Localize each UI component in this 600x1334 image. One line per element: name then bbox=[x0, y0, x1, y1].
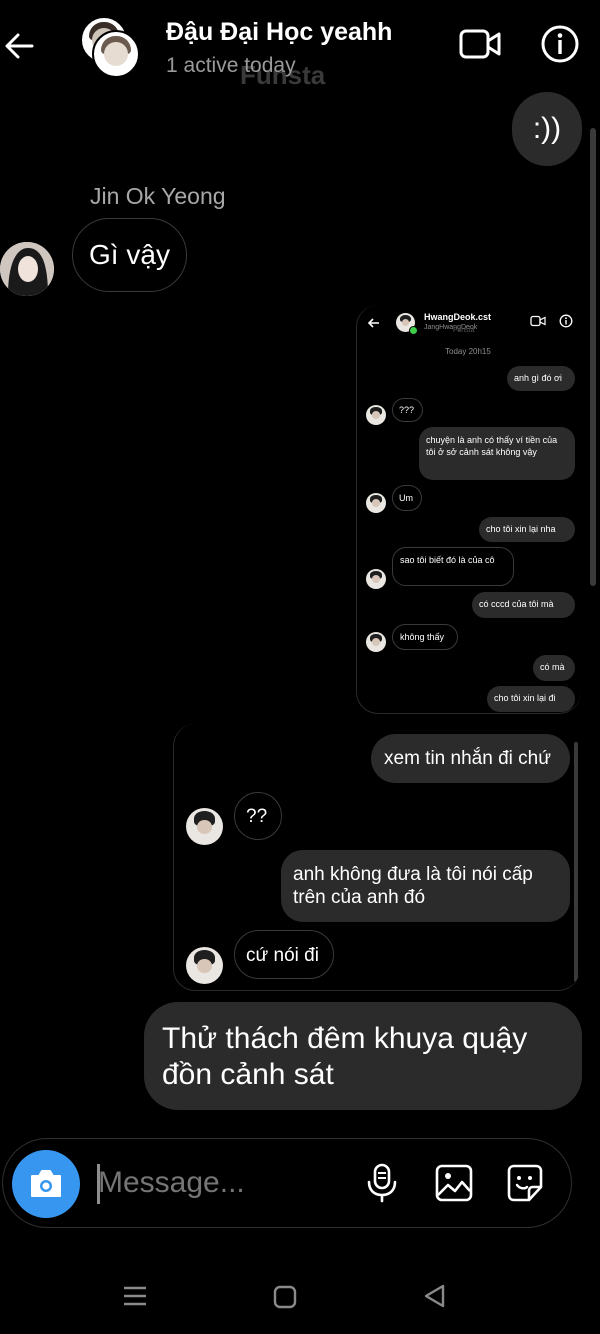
screenshot-video-icon bbox=[530, 315, 546, 327]
outgoing-emoji-bubble[interactable]: :)) bbox=[512, 92, 582, 166]
s2-contact-avatar bbox=[186, 947, 223, 984]
emoji-reply-text: :)) bbox=[532, 112, 562, 145]
chat-title[interactable]: Đậu Đại Học yeahh bbox=[166, 18, 392, 47]
activity-status: 1 active today bbox=[166, 54, 296, 77]
screenshot-back-icon bbox=[367, 318, 379, 328]
sticker-icon[interactable] bbox=[505, 1163, 545, 1203]
incoming-message-text: Gì vậy bbox=[89, 239, 170, 270]
back-triangle-icon[interactable] bbox=[422, 1283, 448, 1309]
camera-icon bbox=[31, 1170, 61, 1197]
s1-msg-out: anh gì đó ơi bbox=[507, 366, 575, 391]
screenshot-timestamp: Today 20h15 bbox=[445, 347, 491, 356]
message-input[interactable] bbox=[98, 1163, 348, 1203]
info-icon[interactable] bbox=[538, 22, 582, 66]
s1-msg-in: Um bbox=[392, 485, 422, 511]
s1-contact-avatar bbox=[366, 405, 386, 425]
s2-msg-out: xem tin nhắn đi chứ bbox=[371, 734, 570, 783]
shared-screenshot-2[interactable]: xem tin nhắn đi chứ ?? anh không đưa là … bbox=[173, 724, 580, 991]
sender-avatar[interactable] bbox=[0, 242, 54, 296]
screenshot-online-dot bbox=[409, 326, 418, 335]
s1-msg-out: có mà bbox=[533, 655, 575, 681]
home-icon[interactable] bbox=[272, 1284, 298, 1310]
screenshot-info-icon bbox=[559, 314, 573, 328]
recent-apps-icon[interactable] bbox=[122, 1284, 148, 1308]
s2-msg-in: ?? bbox=[234, 792, 282, 840]
scrollbar[interactable] bbox=[590, 128, 596, 586]
outgoing-message-text: Thử thách đêm khuya quậy đồn cảnh sát bbox=[162, 1022, 528, 1091]
s1-contact-avatar bbox=[366, 493, 386, 513]
s1-contact-avatar bbox=[366, 569, 386, 589]
outgoing-message-bubble[interactable]: Thử thách đêm khuya quậy đồn cảnh sát bbox=[144, 1002, 582, 1110]
s2-msg-in: cứ nói đi bbox=[234, 930, 334, 979]
s2-msg-out: anh không đưa là tôi nói cấp trên của an… bbox=[281, 850, 570, 922]
screenshot-scrollbar bbox=[574, 742, 578, 982]
s1-contact-avatar bbox=[366, 632, 386, 652]
camera-button[interactable] bbox=[12, 1150, 80, 1218]
video-call-icon[interactable] bbox=[458, 22, 502, 66]
s2-contact-avatar bbox=[186, 808, 223, 845]
shared-screenshot-1[interactable]: HwangDeok.cst JangHwangDeok Funsta Today… bbox=[356, 305, 581, 714]
s1-msg-out: có cccd của tôi mà bbox=[472, 592, 575, 618]
group-avatar-front bbox=[92, 30, 140, 78]
s1-msg-in: không thấy bbox=[392, 624, 458, 650]
s1-msg-in: ??? bbox=[392, 398, 423, 422]
gallery-icon[interactable] bbox=[434, 1163, 474, 1203]
incoming-message-bubble[interactable]: Gì vậy bbox=[72, 218, 187, 292]
sender-name: Jin Ok Yeong bbox=[90, 183, 226, 209]
screenshot-watermark: Funsta bbox=[453, 327, 475, 334]
s1-msg-out: cho tôi xin lại nha bbox=[479, 517, 575, 542]
s1-msg-out: chuyện là anh có thấy ví tiền của tôi ở … bbox=[419, 427, 575, 480]
s1-msg-in: sao tôi biết đó là của cô bbox=[392, 547, 514, 586]
screenshot-username: HwangDeok.cst bbox=[424, 312, 492, 322]
back-arrow-icon[interactable] bbox=[2, 28, 38, 64]
microphone-icon[interactable] bbox=[363, 1163, 403, 1203]
s1-msg-out: cho tôi xin lại đi bbox=[487, 686, 575, 712]
